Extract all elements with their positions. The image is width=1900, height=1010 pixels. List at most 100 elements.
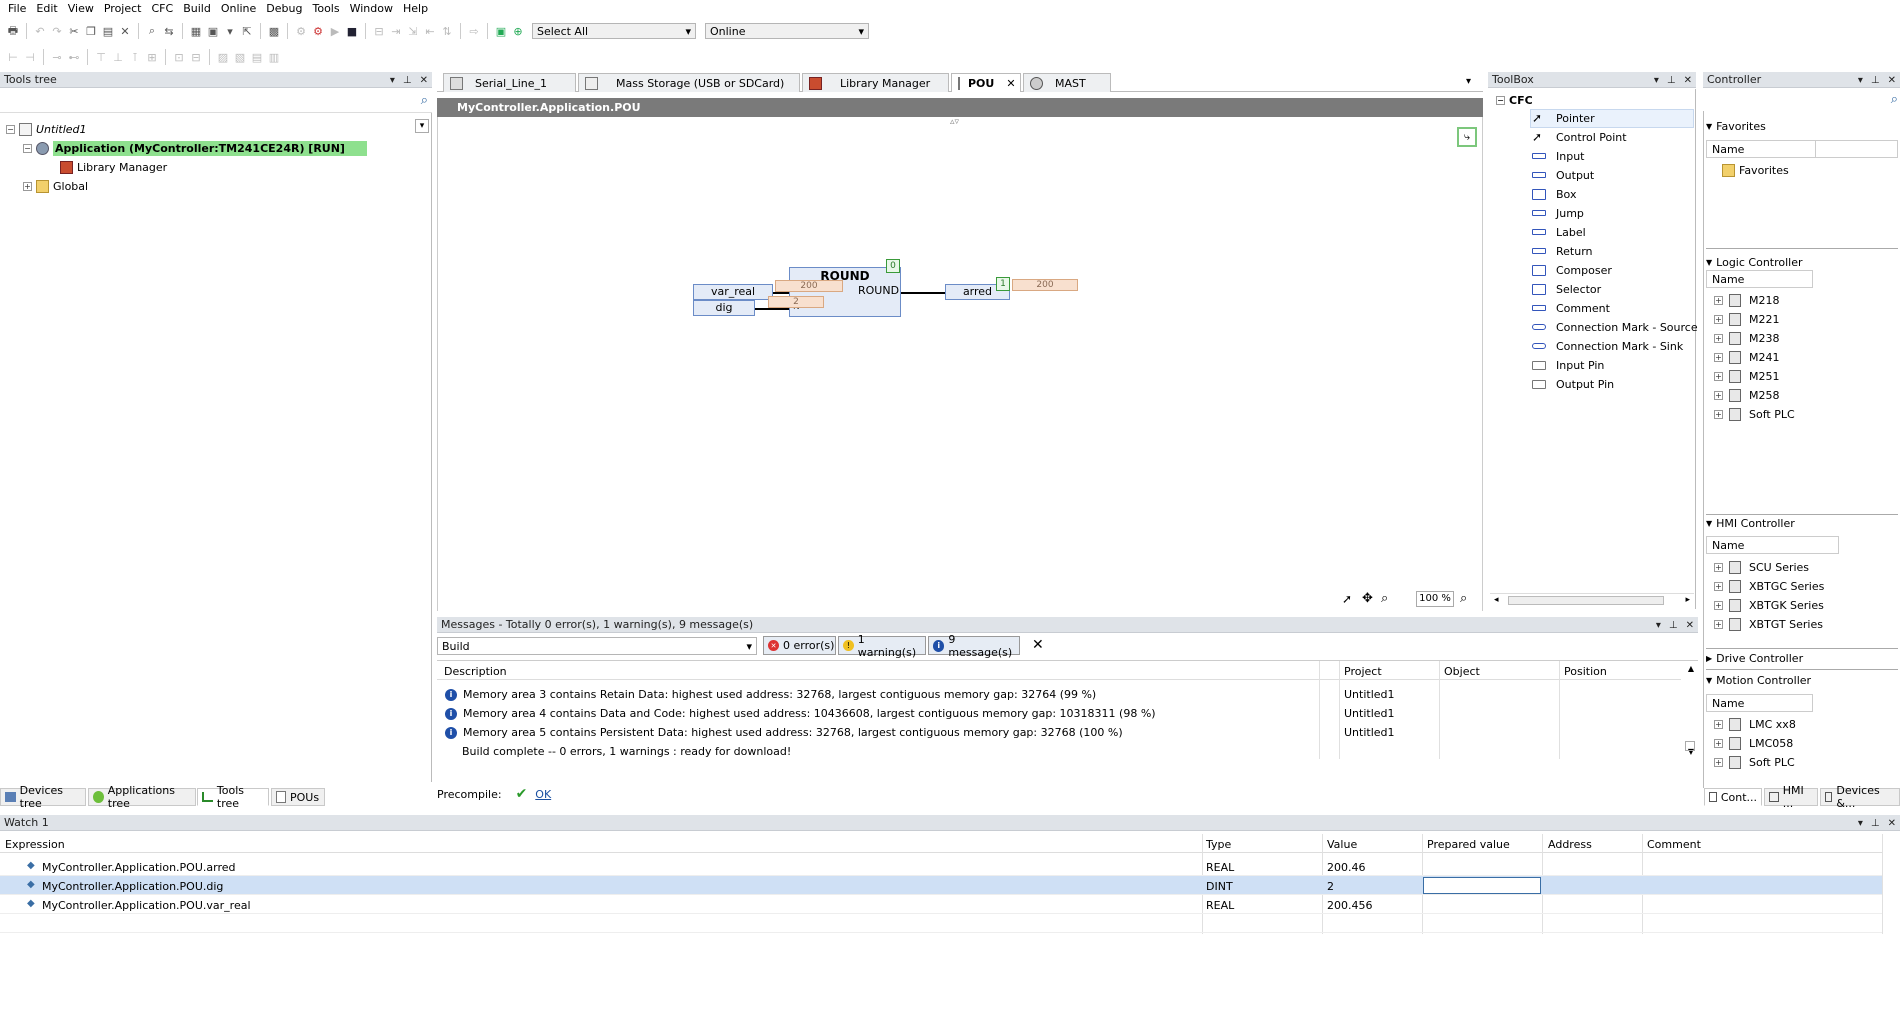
col-type[interactable]: Type bbox=[1206, 838, 1231, 851]
start-icon[interactable]: ▶ bbox=[328, 24, 342, 38]
delete-icon[interactable]: ✕ bbox=[118, 24, 132, 38]
expand-icon[interactable]: + bbox=[1714, 720, 1723, 729]
collapse-icon[interactable]: − bbox=[23, 143, 32, 153]
toolbox-item-box[interactable]: Box bbox=[1532, 185, 1576, 203]
col-object[interactable]: Object bbox=[1444, 665, 1480, 678]
toolbox-item-output[interactable]: Output bbox=[1532, 166, 1594, 184]
expand-icon[interactable]: + bbox=[1714, 315, 1723, 324]
menu-window[interactable]: Window bbox=[346, 2, 399, 15]
step-out-icon[interactable]: ⇤ bbox=[423, 24, 437, 38]
scroll-thumb[interactable] bbox=[1685, 741, 1695, 751]
set-icon[interactable]: ⊤ bbox=[94, 50, 108, 64]
search-icon[interactable]: ⌕ bbox=[1891, 92, 1898, 107]
expand-icon[interactable]: + bbox=[1714, 601, 1723, 610]
close-icon[interactable]: ✕ bbox=[1006, 77, 1015, 90]
dropdown-arrow-icon[interactable]: ▾ bbox=[1858, 75, 1863, 86]
message-row[interactable]: Build complete -- 0 errors, 1 warnings :… bbox=[462, 742, 791, 761]
edge-icon[interactable]: ⊺ bbox=[128, 50, 142, 64]
toolbox-item-control-point[interactable]: ➚ Control Point bbox=[1532, 128, 1627, 146]
category-drive-controller[interactable]: ▶ Drive Controller bbox=[1706, 649, 1803, 667]
category-hmi-controller[interactable]: ▼ HMI Controller bbox=[1706, 514, 1795, 532]
col-expression[interactable]: Expression bbox=[5, 838, 65, 851]
list-item[interactable]: + M241 bbox=[1714, 348, 1780, 367]
watch-row[interactable] bbox=[0, 895, 1882, 914]
tree-node-application[interactable]: − Application (MyController:TM241CE24R) … bbox=[23, 140, 367, 156]
col-description[interactable]: Description bbox=[444, 665, 507, 678]
list-item[interactable]: + XBTGT Series bbox=[1714, 615, 1823, 634]
online-mode-combo[interactable]: Online ▾ bbox=[705, 23, 869, 39]
messages-filter-button[interactable]: i 9 message(s) bbox=[928, 633, 1020, 659]
menu-project[interactable]: Project bbox=[100, 2, 148, 15]
cut-icon[interactable]: ✂ bbox=[67, 24, 81, 38]
login-icon[interactable]: ⚙ bbox=[294, 24, 308, 38]
dropdown-arrow-icon[interactable]: ▾ bbox=[223, 24, 237, 38]
align-left-icon[interactable]: ⊢ bbox=[6, 50, 20, 64]
logout-icon[interactable]: ⚙ bbox=[311, 24, 325, 38]
cfc-canvas[interactable]: ▵▿ ⤷ ROUND ROUND In N 0 var_real dig 200… bbox=[437, 117, 1483, 611]
redo-icon[interactable]: ↷ bbox=[50, 24, 64, 38]
toolbox-category-cfc[interactable]: − CFC bbox=[1496, 92, 1533, 108]
toolbox-item-return[interactable]: Return bbox=[1532, 242, 1593, 260]
tab-pous[interactable]: POUs bbox=[271, 788, 325, 806]
simulation-icon[interactable]: ⊕ bbox=[511, 24, 525, 38]
toolbox-item-comment[interactable]: Comment bbox=[1532, 299, 1610, 317]
route-mode-icon[interactable]: ⤷ bbox=[1457, 127, 1477, 147]
category-logic-controller[interactable]: ▼ Logic Controller bbox=[1706, 253, 1803, 271]
toolbox-item-output-pin[interactable]: Output Pin bbox=[1532, 375, 1614, 393]
menu-file[interactable]: File bbox=[4, 2, 32, 15]
toolbox-item-label[interactable]: Label bbox=[1532, 223, 1586, 241]
favorites-folder[interactable]: Favorites bbox=[1722, 161, 1789, 180]
controller-search[interactable]: ⌕ bbox=[1703, 89, 1900, 111]
dropdown-arrow-icon[interactable]: ▾ bbox=[390, 75, 395, 86]
scroll-right-icon[interactable]: ▸ bbox=[1685, 595, 1690, 605]
copy-icon[interactable]: ❐ bbox=[84, 24, 98, 38]
menu-view[interactable]: View bbox=[64, 2, 100, 15]
dropdown-arrow-icon[interactable]: ▾ bbox=[1858, 818, 1863, 829]
tab-mass-storage[interactable]: Mass Storage (USB or SDCard) bbox=[578, 73, 800, 92]
pointer-icon[interactable]: ➚ bbox=[1342, 592, 1352, 606]
message-row[interactable]: i Memory area 5 contains Persistent Data:… bbox=[445, 723, 1123, 742]
message-row[interactable]: i Memory area 3 contains Retain Data: hig… bbox=[445, 685, 1096, 704]
negate-icon[interactable]: ⊷ bbox=[67, 50, 81, 64]
scroll-left-icon[interactable]: ◂ bbox=[1494, 595, 1499, 605]
tab-serial-line[interactable]: Serial_Line_1 bbox=[443, 73, 576, 92]
menu-tools[interactable]: Tools bbox=[308, 2, 345, 15]
expand-icon[interactable]: + bbox=[1714, 739, 1723, 748]
expand-icon[interactable]: + bbox=[1714, 758, 1723, 767]
watch-row-selected[interactable] bbox=[0, 876, 1882, 895]
tree-node-library-manager[interactable]: Library Manager bbox=[60, 159, 167, 175]
monitor-icon[interactable]: ▣ bbox=[494, 24, 508, 38]
prepared-value-input[interactable] bbox=[1423, 877, 1541, 894]
step-into-icon[interactable]: ⇲ bbox=[406, 24, 420, 38]
favorites-name-header[interactable]: Name bbox=[1706, 140, 1816, 158]
grid-icon[interactable]: ▩ bbox=[267, 24, 281, 38]
col-project[interactable]: Project bbox=[1344, 665, 1382, 678]
pin-icon[interactable]: ⊥ bbox=[1669, 620, 1678, 631]
zoom-fit-icon[interactable]: ⌕ bbox=[1460, 591, 1467, 606]
zoom-level[interactable]: 100 % bbox=[1416, 591, 1454, 607]
list-item[interactable]: + XBTGC Series bbox=[1714, 577, 1824, 596]
errors-filter-button[interactable]: ✕ 0 error(s) bbox=[763, 636, 836, 655]
align-center-icon[interactable]: ⊣ bbox=[23, 50, 37, 64]
menu-edit[interactable]: Edit bbox=[32, 2, 63, 15]
messages-filter-combo[interactable]: Build ▾ bbox=[437, 637, 757, 655]
list-item[interactable]: + M258 bbox=[1714, 386, 1780, 405]
paste-icon[interactable]: ▤ bbox=[101, 24, 115, 38]
list-item[interactable]: + Soft PLC bbox=[1714, 753, 1795, 772]
hmi-name-header[interactable]: Name bbox=[1706, 536, 1839, 554]
dropdown-arrow-icon[interactable]: ▾ bbox=[1656, 620, 1661, 631]
tab-controller[interactable]: Cont... bbox=[1704, 788, 1762, 806]
col-prepared-value[interactable]: Prepared value bbox=[1427, 838, 1510, 851]
devices-icon[interactable]: ▣ bbox=[206, 24, 220, 38]
close-icon[interactable]: ✕ bbox=[420, 75, 428, 86]
motion-name-header[interactable]: Name bbox=[1706, 694, 1813, 712]
tree-dropdown-button[interactable]: ▾ bbox=[415, 119, 429, 133]
toolbox-item-connection-source[interactable]: Connection Mark - Source bbox=[1532, 318, 1698, 336]
expand-icon[interactable]: + bbox=[1714, 620, 1723, 629]
clear-messages-icon[interactable]: ✕ bbox=[1032, 637, 1044, 653]
list-item[interactable]: + M221 bbox=[1714, 310, 1780, 329]
toolbox-item-pointer[interactable]: ➚ Pointer bbox=[1532, 109, 1595, 127]
stop-icon[interactable]: ■ bbox=[345, 24, 359, 38]
replace-icon[interactable]: ⇆ bbox=[162, 24, 176, 38]
expand-icon[interactable]: + bbox=[1714, 410, 1723, 419]
